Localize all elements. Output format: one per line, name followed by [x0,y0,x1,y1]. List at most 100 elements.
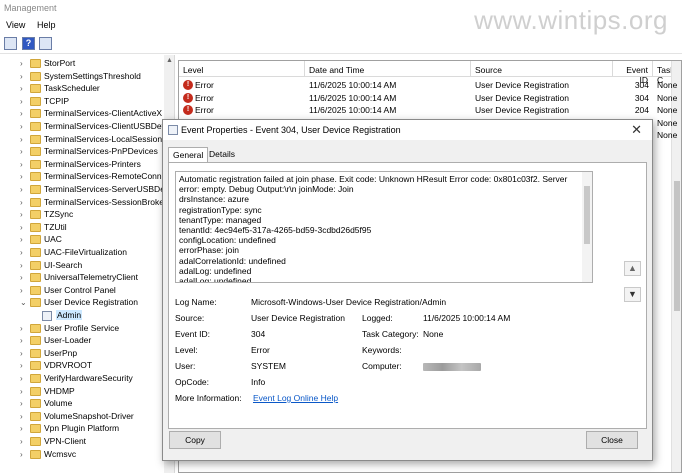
chevron-right-icon[interactable]: › [20,286,28,295]
chevron-right-icon[interactable]: › [20,273,28,282]
tree-item-label: VDRVROOT [44,360,93,371]
tree-item[interactable]: › Wcmsvc [0,449,165,461]
tree-item-label: Wcmsvc [44,448,77,459]
tree-item-label: VPN-Client [44,436,87,446]
chevron-right-icon[interactable]: › [20,374,28,383]
console-tree-icon[interactable] [4,37,17,50]
chevron-right-icon[interactable]: › [20,361,28,370]
chevron-right-icon[interactable]: › [20,109,28,118]
chevron-down-icon[interactable]: ⌄ [20,298,28,307]
chevron-right-icon[interactable]: › [20,248,28,257]
tree-item[interactable]: › User-Loader [0,335,165,347]
tree-item[interactable]: › SystemSettingsThreshold [0,71,165,83]
tree-item[interactable]: › VolumeSnapshot-Driver [0,411,165,423]
tree-item[interactable]: › VPN-Client [0,436,165,448]
column-header-event-id[interactable]: Event ID [613,61,653,85]
scroll-thumb[interactable] [584,186,590,244]
column-header-source[interactable]: Source [471,61,613,77]
tree-item[interactable]: ⌄ User Device Registration [0,297,165,309]
chevron-right-icon[interactable]: › [20,324,28,333]
chevron-right-icon[interactable]: › [20,59,28,68]
event-description[interactable]: Automatic registration failed at join ph… [175,171,593,283]
close-icon[interactable]: ✕ [631,122,642,138]
tree-item[interactable]: › TCPIP [0,96,165,108]
scroll-thumb[interactable] [674,181,680,311]
chevron-right-icon[interactable]: › [20,160,28,169]
tree-item[interactable]: › Volume [0,398,165,410]
tree-item[interactable]: › TerminalServices-ClientUSBDevi [0,121,168,133]
chevron-right-icon[interactable]: › [20,147,28,156]
copy-button[interactable]: Copy [169,431,221,449]
tree-item-label: UAC-FileVirtualization [44,247,127,257]
tree-item[interactable]: › TerminalServices-LocalSessionM [0,134,169,146]
chevron-right-icon[interactable]: › [20,185,28,194]
tree-item[interactable]: › TerminalServices-ServerUSBDev [0,184,169,196]
tree-item[interactable]: › UAC-FileVirtualization [0,247,165,259]
chevron-right-icon[interactable]: › [20,387,28,396]
chevron-right-icon[interactable]: › [20,135,28,144]
tree-item[interactable]: › VDRVROOT [0,360,165,372]
chevron-right-icon[interactable]: › [20,349,28,358]
chevron-right-icon[interactable]: › [20,450,28,459]
tree-item[interactable]: › UAC [0,234,165,246]
chevron-right-icon[interactable]: › [20,223,28,232]
chevron-right-icon[interactable]: › [20,437,28,446]
tree-item-label: TCPIP [44,95,70,106]
column-header-date[interactable]: Date and Time [305,61,471,77]
chevron-right-icon[interactable]: › [20,424,28,433]
chevron-right-icon[interactable]: › [20,172,28,181]
arrow-up-icon: ▲ [628,263,637,273]
tree-item[interactable]: › User Control Panel [0,285,165,297]
folder-icon [30,147,41,157]
chevron-right-icon[interactable]: › [20,84,28,93]
menu-help[interactable]: Help [37,20,56,30]
event-row[interactable]: ! Error 11/6/2025 10:00:14 AM User Device R… [179,104,677,116]
help-icon[interactable]: ? [22,37,35,50]
tree-item[interactable]: › StorPort [0,58,165,70]
chevron-right-icon[interactable]: › [20,97,28,106]
tree-item-label: TerminalServices-ServerUSBDev [44,184,170,194]
tree-item[interactable]: › TerminalServices-Printers [0,159,165,171]
tree-item[interactable]: › UI-Search [0,260,165,272]
description-scrollbar[interactable] [582,172,592,282]
tree-item[interactable]: › TerminalServices-RemoteConne [0,171,166,183]
column-header-task[interactable]: Task C [653,61,674,85]
close-button[interactable]: Close [586,431,638,449]
tab-general[interactable]: General [168,147,209,163]
event-row[interactable]: ! Error 11/6/2025 10:00:14 AM User Device R… [179,79,677,91]
menu-view[interactable]: View [6,20,25,30]
log-tree[interactable]: ▲ › StorPort › SystemSettingsThreshold › Task… [0,55,175,473]
chevron-right-icon[interactable]: › [20,198,28,207]
tree-item[interactable]: › TerminalServices-PnPDevices [0,146,165,158]
chevron-right-icon[interactable]: › [20,261,28,270]
chevron-right-icon[interactable]: › [20,210,28,219]
tree-item[interactable]: › TZUtil [0,222,165,234]
action-pane-icon[interactable] [39,37,52,50]
column-header-level[interactable]: Level [179,61,305,77]
tree-item[interactable]: › UniversalTelemetryClient [0,272,165,284]
chevron-right-icon[interactable]: › [20,399,28,408]
tree-item[interactable]: › Vpn Plugin Platform [0,423,165,435]
tree-item[interactable]: Admin [0,310,165,322]
chevron-right-icon[interactable]: › [20,235,28,244]
next-event-button[interactable]: ▼ [624,287,641,302]
tree-item[interactable]: › TaskScheduler [0,83,165,95]
tree-item[interactable]: › TerminalServices-ClientActiveX [0,108,165,120]
chevron-right-icon[interactable]: › [20,72,28,81]
scroll-up-icon[interactable]: ▲ [166,57,173,64]
chevron-right-icon[interactable]: › [20,412,28,421]
tree-item[interactable]: › UserPnp [0,348,165,360]
previous-event-button[interactable]: ▲ [624,261,641,276]
arrow-down-icon: ▼ [628,289,637,299]
tree-item[interactable]: › TZSync [0,209,165,221]
chevron-right-icon[interactable]: › [20,122,28,131]
event-row[interactable]: ! Error 11/6/2025 10:00:14 AM User Device R… [179,92,677,104]
tree-item[interactable]: › VHDMP [0,386,165,398]
chevron-right-icon[interactable]: › [20,336,28,345]
tree-item[interactable]: › VerifyHardwareSecurity [0,373,165,385]
tree-item[interactable]: › User Profile Service [0,323,165,335]
description-line: errorPhase: join [179,245,240,256]
tree-item[interactable]: › TerminalServices-SessionBroker [0,197,167,209]
tab-details[interactable]: Details [205,147,239,162]
event-log-online-help-link[interactable]: Event Log Online Help [253,393,338,403]
